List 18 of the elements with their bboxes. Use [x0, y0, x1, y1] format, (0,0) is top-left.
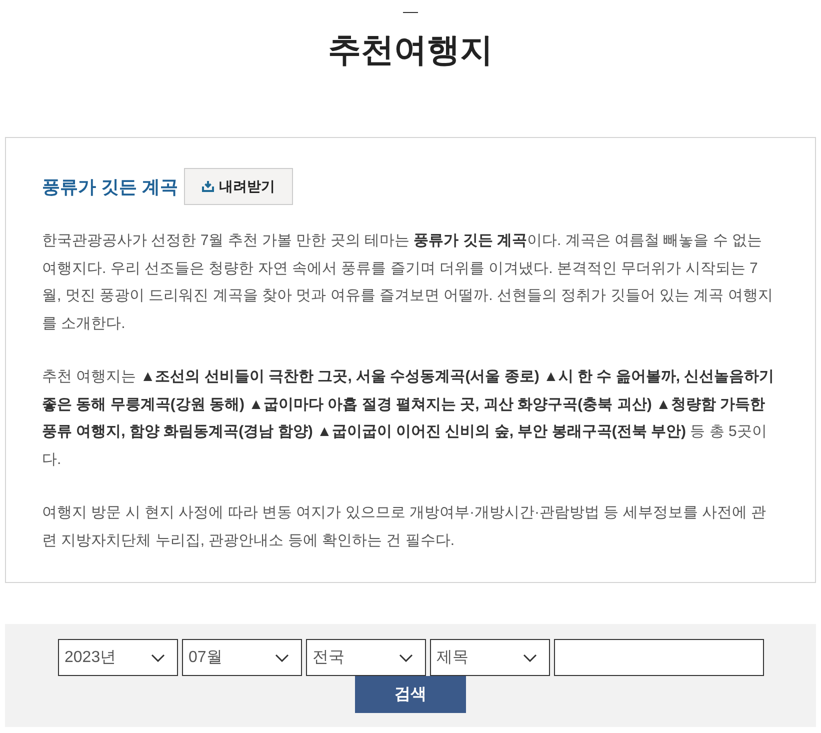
search-type-dropdown[interactable]: 제목	[430, 639, 550, 676]
region-dropdown[interactable]: 전국	[306, 639, 426, 676]
page-title: 추천여행지	[328, 30, 493, 70]
article-paragraph: 여행지 방문 시 현지 사정에 따라 변동 여지가 있으므로 개방여부·개방시간·관람방법 등 세부정보를 사전에 관련 지방자치단체 누리집, 관광안내소 등에 확인하는 건 필수다.	[42, 503, 768, 550]
article-paragraph: 한국관광공사가 선정한 7월 추천 가볼 만한 곳의 테마는 풍류가 깃든 계곡이다. 계곡은 여름철 빼놓을 수 없는 여행지다. 우리 선조들은 청량한 자연 속에서 풍류를 즐기며 더위를 이겨냈다. 본격적인 무더위가 시작되는 7월, 멋진 풍광이 드리워진 계곡을 찾아 멋과 여유를 즐겨보면 어떨까. 선현들의 정취가 깃들어 있는 계곡 여행지를 소개한다.	[42, 231, 774, 334]
month-dropdown[interactable]: 07월	[182, 639, 302, 676]
chevron-down-icon	[522, 654, 536, 662]
chevron-down-icon	[150, 654, 164, 662]
title-rule	[403, 12, 418, 13]
download-button[interactable]: 내려받기	[184, 168, 294, 205]
article-paragraph: 추천 여행지는 ▲조선의 선비들이 극찬한 그곳, 서울 수성동계곡(서울 종로) ▲시 한 수 읊어볼까, 신선놀음하기 좋은 동해 무릉계곡(강원 동해) ▲굽이마다 아홉 절경 펼쳐지는 곳, 괴산 화양구곡(충북 괴산) ▲청량함 가득한 풍류 여행지, 함양 화림동계곡(경남 함양) ▲굽이굽이 이어진 신비의 숲, 부안 봉래구곡(전북 부안) 등 총 5곳이다.	[42, 367, 776, 470]
download-icon	[202, 181, 214, 192]
year-dropdown[interactable]: 2023년	[58, 639, 178, 676]
article-heading: 풍류가 깃든 계곡	[42, 176, 178, 198]
keyword-field[interactable]	[554, 639, 764, 676]
chevron-down-icon	[398, 654, 412, 662]
search-button[interactable]: 검색	[355, 676, 466, 713]
chevron-down-icon	[274, 654, 288, 662]
